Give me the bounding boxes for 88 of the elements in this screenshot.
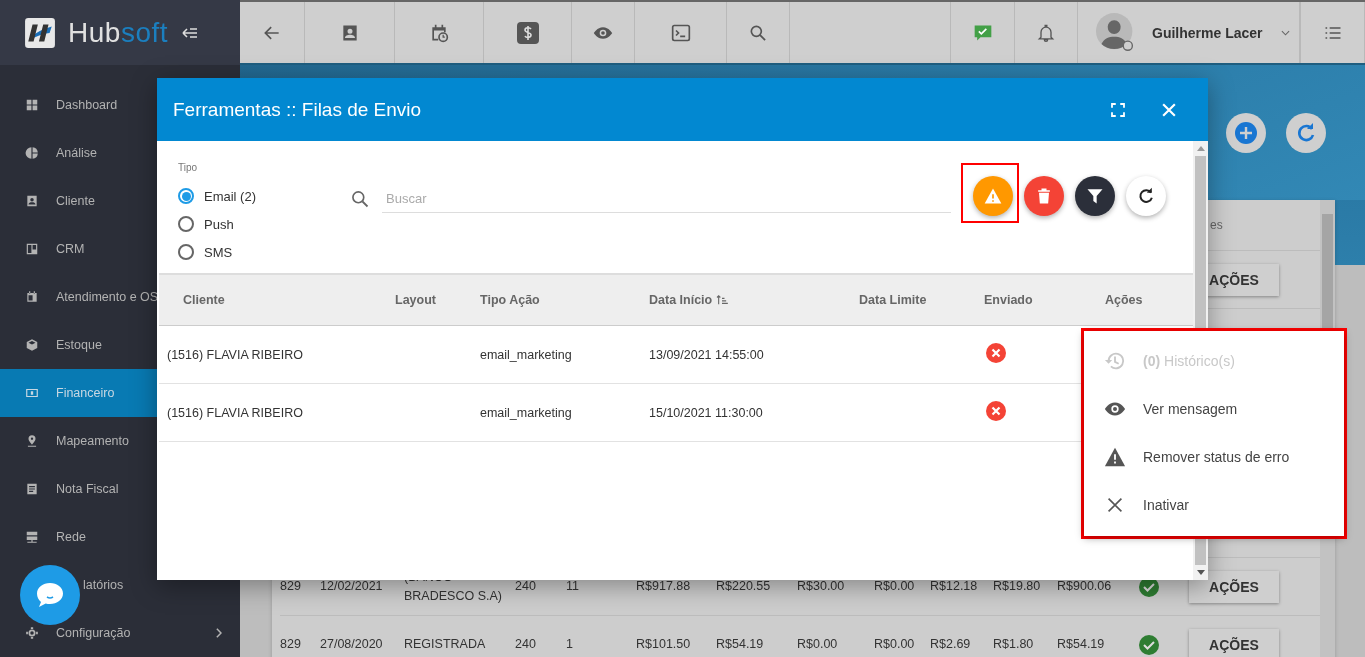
warning-icon [983,186,1003,206]
terminal-icon [670,22,691,43]
refresh-button[interactable] [1126,176,1166,216]
plus-circle-icon [1234,121,1258,145]
table-cell-text: 829 [280,636,302,653]
actions-button[interactable]: AÇÕES [1189,570,1279,603]
delete-button[interactable] [1024,176,1064,216]
table-cell-text: R$101.50 [636,636,692,653]
scroll-up-icon[interactable] [1196,146,1205,151]
logo-icon [24,16,56,49]
table-cell-text: R$2.69 [930,636,972,653]
table-cell-text: 15/10/2021 11:30:00 [649,405,764,420]
table-cell-text: R$19.80 [993,578,1042,595]
column-header: es [1209,218,1224,232]
calendar-clock-icon [429,22,449,43]
table-cell-text: email_marketing [480,347,573,362]
table-cell-text: R$0.00 [797,636,839,653]
collapse-icon[interactable] [182,26,198,39]
menu-item[interactable]: Remover status de erro [1084,433,1344,481]
column-header[interactable]: Cliente [159,293,395,307]
table-cell-text: email_marketing [480,405,573,420]
table-cell-text: 12/02/2021 [320,578,384,595]
column-header[interactable]: Enviado [984,293,1105,307]
history-icon [1104,350,1126,372]
menu-item[interactable]: Inativar [1084,481,1344,529]
warning-button[interactable] [973,176,1013,216]
column-header[interactable]: Data Limite [859,293,984,307]
radio-option[interactable]: Email (2) [178,182,338,210]
filter-button[interactable] [1075,176,1115,216]
radio-option[interactable]: Push [178,210,338,238]
gear-icon [25,626,39,640]
scroll-down-icon[interactable] [1196,570,1205,575]
field-label: Tipo [178,162,199,173]
radio-option[interactable]: SMS [178,238,338,266]
table-cell-text: R$12.18 [930,578,979,595]
table-cell-text: R$0.00 [874,578,916,595]
column-header[interactable]: Layout [395,293,480,307]
actions-button[interactable]: AÇÕES [1189,628,1279,657]
dollar-icon [515,20,540,45]
sidebar-item[interactable]: Configuração [0,609,240,657]
sidebar-item[interactable]: Rede [0,513,240,561]
modal-title: Ferramentas :: Filas de Envio [173,98,423,121]
column-header[interactable]: Data Início [649,293,859,307]
table-cell-text: R$220.55 [716,578,772,595]
avatar-icon [1096,12,1136,53]
table-cell-text: 240 [515,578,537,595]
messages-button[interactable] [950,2,1015,63]
filter-icon [1085,186,1105,206]
box-icon [25,338,39,352]
table-cell-text: 1 [566,636,574,653]
grid-icon [25,98,39,112]
sidebar-item[interactable]: latórios [0,561,240,609]
server-icon [25,530,39,544]
table-cell-text: 829 [280,578,302,595]
table-cell-text: 13/09/2021 14:55:00 [649,347,765,362]
fullscreen-icon[interactable] [1109,100,1127,119]
table-cell-text: R$900.06 [1057,578,1113,595]
table-cell-text: R$1.80 [993,636,1035,653]
chevron-down-icon [1280,29,1290,36]
board-icon [25,242,39,256]
cash-icon [25,386,39,400]
search-icon [350,189,370,209]
bell-icon [1036,22,1056,43]
location-pin-icon [25,434,39,448]
table-cell-text: REGISTRADA [404,636,487,653]
menu-item[interactable]: Ver mensagem [1084,385,1344,433]
pie-chart-icon [25,146,39,160]
table-cell-text: (1516) FLAVIA RIBEIRO [166,347,304,362]
table-cell-text: 11 [566,578,580,595]
table-cell-text: R$54.19 [1057,636,1106,653]
table-cell-text: 27/08/2020 [320,636,384,653]
column-header[interactable]: Ações [1105,293,1190,307]
brand-name: Hubsoft [68,16,168,49]
calendar-icon [25,290,39,304]
add-button[interactable] [1226,113,1266,153]
speech-bubble-icon [35,581,65,609]
table-cell-text: R$54.19 [716,636,765,653]
user-menu[interactable]: Guilherme Lacer [1078,2,1300,63]
table-cell-text: R$917.88 [636,578,692,595]
table-cell-text: 240 [515,636,537,653]
table-cell-text: R$0.00 [874,636,916,653]
table-cell-text: R$30.00 [797,578,846,595]
column-header[interactable]: Tipo Ação [480,293,649,307]
chevron-right-icon [215,628,222,638]
warning-icon [1104,446,1126,468]
document-icon [25,482,39,496]
contact-icon [25,194,39,208]
sidebar-item[interactable]: Nota Fiscal [0,465,240,513]
